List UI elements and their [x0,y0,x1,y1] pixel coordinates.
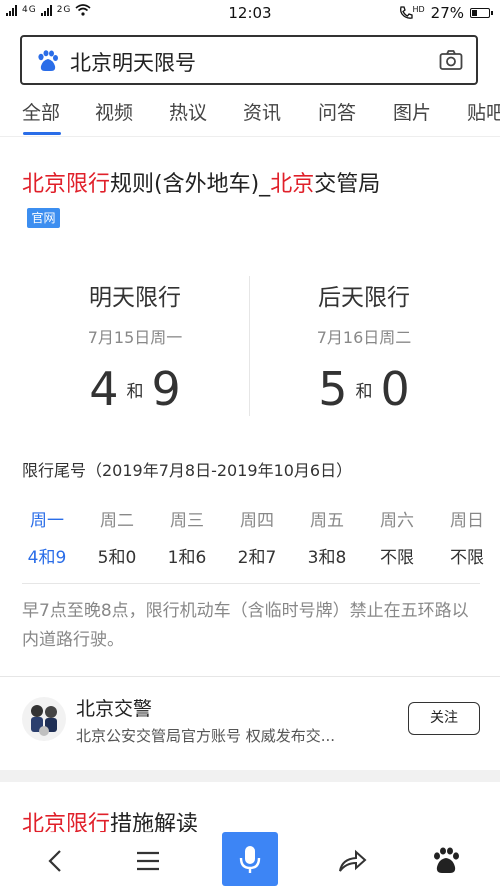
tomorrow-and: 和 [126,381,144,402]
tab-discussion[interactable]: 热议 [169,98,207,125]
weekday-label: 周四 [240,511,274,531]
title-highlight-1: 北京限行 [22,172,111,197]
weekday-label: 周一 [30,511,64,531]
day-after-numbers: 5 和 0 [244,362,484,416]
account-description: 北京公安交管局官方账号 权威发布交... [76,727,336,745]
weekday-numbers: 不限 [380,548,414,568]
hd-label: HD [412,4,425,14]
title-end: 交管局 [314,172,381,197]
official-badge: 官网 [27,208,60,228]
weekday-numbers: 5和0 [97,548,137,568]
restriction-rule: 早7点至晚8点，限行机动车（含临时号牌）禁止在五环路以内道路行驶。 [22,601,469,650]
tomorrow-num-1: 4 [89,362,119,416]
baidu-home-icon[interactable] [426,846,466,876]
weekday-fri[interactable]: 周五 3和8 [297,506,357,568]
bottom-toolbar [0,832,500,889]
search-bar[interactable]: 北京明天限号 [20,35,478,85]
menu-icon[interactable] [128,846,168,876]
battery-icon [470,8,493,18]
tomorrow-restriction: 明天限行 7月15日周一 4 和 9 [15,278,255,416]
title-middle: 规则(含外地车)_ [110,172,271,197]
tab-images[interactable]: 图片 [393,98,431,125]
follow-button[interactable]: 关注 [408,702,480,735]
weekday-thu[interactable]: 周四 2和7 [227,506,287,568]
camera-icon[interactable] [439,49,463,71]
status-right: HD 27% [398,4,493,22]
microphone-icon [239,846,261,873]
tomorrow-date: 7月15日周一 [87,328,183,347]
police-avatar-image [31,705,57,736]
weekday-wed[interactable]: 周三 1和6 [157,506,217,568]
day-after-restriction: 后天限行 7月16日周二 5 和 0 [244,278,484,416]
rule-divider [22,583,480,584]
day-after-title: 后天限行 [318,285,410,311]
weekday-label: 周六 [380,511,414,531]
tabs-divider [0,136,500,137]
weekday-label: 周日 [450,511,484,531]
day-after-and: 和 [355,381,373,402]
account-name[interactable]: 北京交警 [76,694,152,721]
result-tabs: 全部 视频 热议 资讯 问答 图片 贴吧 [0,96,500,136]
tab-all[interactable]: 全部 [22,98,60,125]
weekday-tue[interactable]: 周二 5和0 [87,506,147,568]
weekday-numbers: 3和8 [307,548,347,568]
active-tab-indicator [23,132,61,135]
baidu-paw-icon [38,50,58,71]
weekday-label: 周二 [100,511,134,531]
day-after-num-2: 0 [380,362,410,416]
search-input[interactable]: 北京明天限号 [70,47,196,77]
weekday-sun[interactable]: 周日 不限 [437,506,497,568]
weekday-numbers: 1和6 [167,548,207,568]
tomorrow-num-2: 9 [151,362,181,416]
tab-news[interactable]: 资讯 [243,98,281,125]
weekday-numbers: 不限 [450,548,484,568]
battery-fill [472,10,477,16]
battery-percent: 27% [430,4,464,22]
weekday-label: 周五 [310,511,344,531]
share-icon[interactable] [332,846,372,876]
tab-tieba[interactable]: 贴吧 [467,98,500,125]
restriction-period: 限行尾号（2019年7月8日-2019年10月6日） [22,461,353,480]
weekday-sat[interactable]: 周六 不限 [367,506,427,568]
card-separator [0,770,500,782]
weekday-numbers: 2和7 [237,548,277,568]
voice-search-button[interactable] [222,832,278,886]
weekday-mon[interactable]: 周一 4和9 [17,506,77,568]
status-bar: 4G 2G 12:03 HD 27% [0,0,500,26]
day-after-num-1: 5 [318,362,348,416]
tab-video[interactable]: 视频 [95,98,133,125]
account-avatar[interactable] [22,697,66,741]
tomorrow-title: 明天限行 [89,285,181,311]
tomorrow-numbers: 4 和 9 [15,362,255,416]
weekday-numbers: 4和9 [27,548,67,568]
section-divider [0,676,500,677]
weekday-label: 周三 [170,511,204,531]
back-icon[interactable] [36,846,76,876]
tab-qa[interactable]: 问答 [318,98,356,125]
result-title-link[interactable]: 北京限行规则(含外地车)_北京交管局 [22,166,380,198]
day-after-date: 7月16日周二 [316,328,412,347]
title-highlight-2: 北京 [270,172,315,197]
